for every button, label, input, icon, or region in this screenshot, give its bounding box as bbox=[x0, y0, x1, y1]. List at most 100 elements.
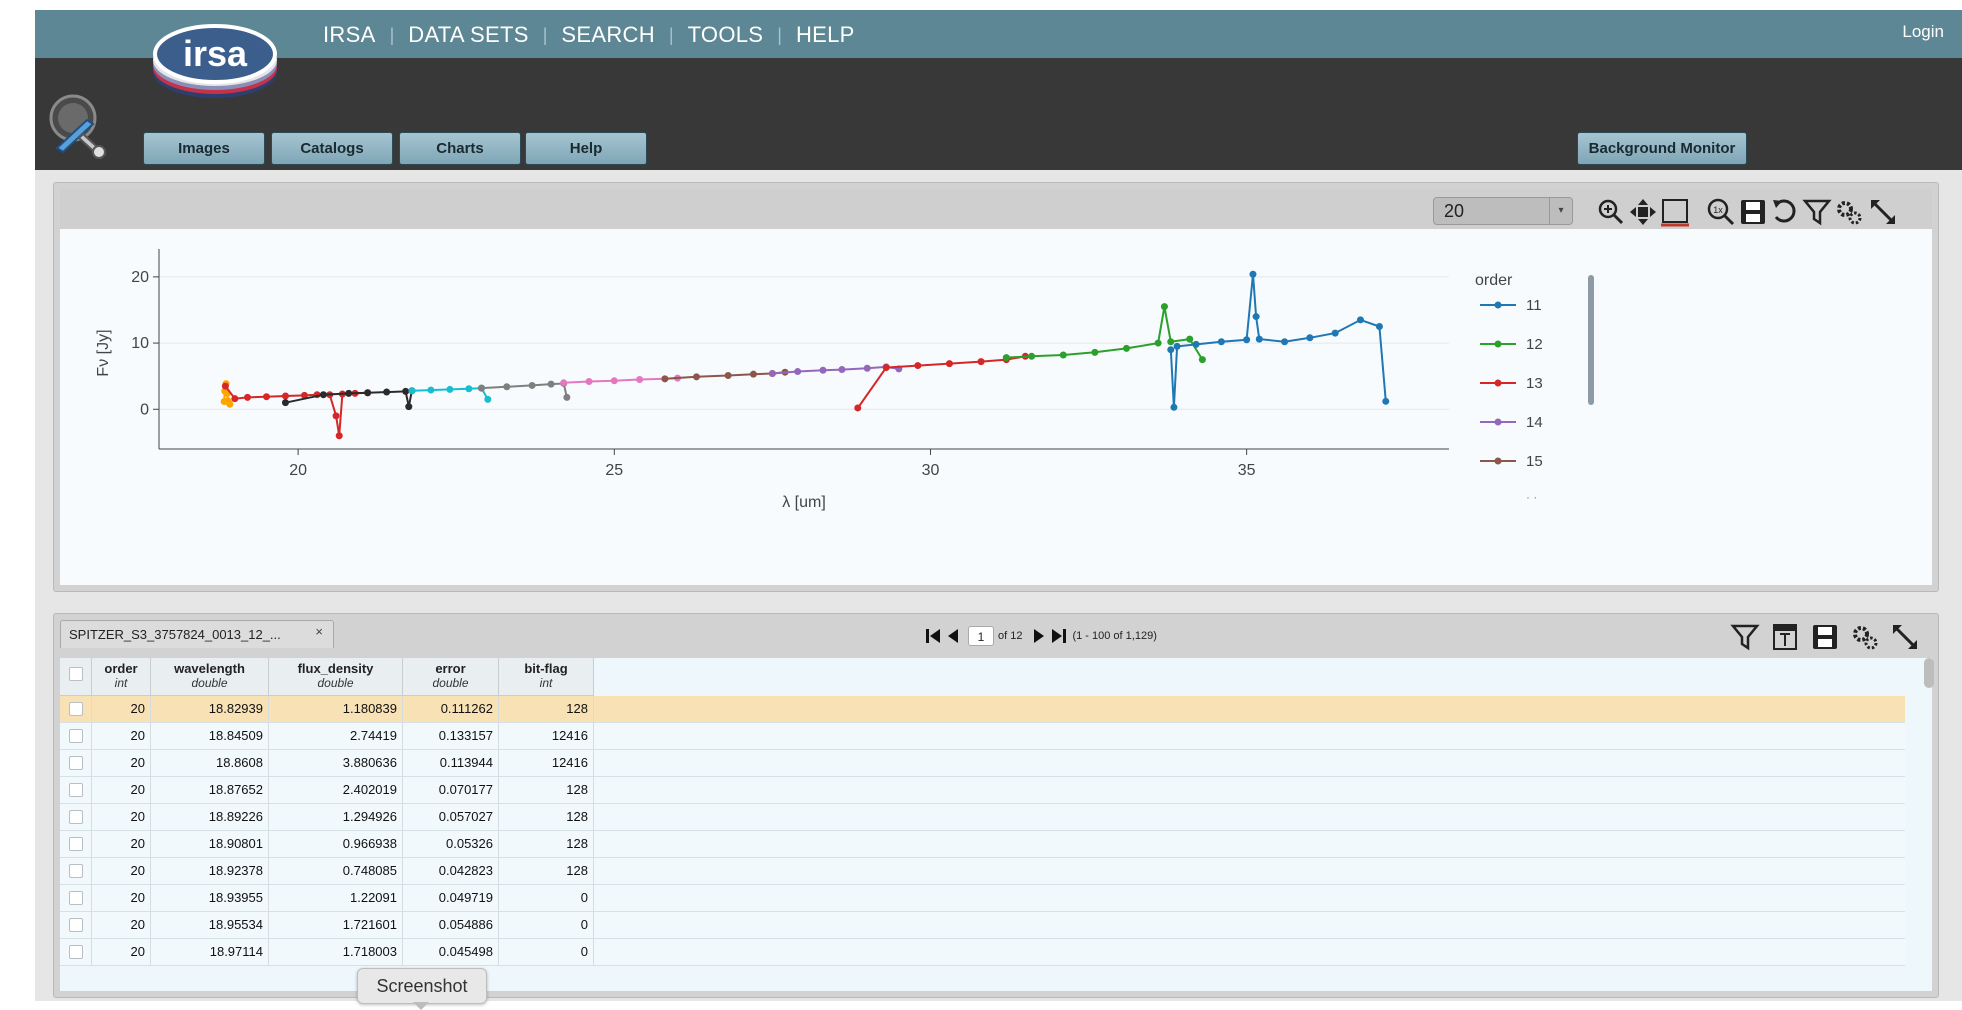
data-point bbox=[563, 393, 571, 401]
tools-wrench-icon[interactable] bbox=[43, 90, 115, 162]
row-checkbox[interactable] bbox=[68, 891, 83, 905]
column-header-order[interactable]: order int bbox=[92, 658, 151, 696]
cell-order: 20 bbox=[92, 804, 151, 830]
settings-icon[interactable] bbox=[1834, 197, 1864, 227]
nav-data-sets[interactable]: DATA SETS bbox=[408, 22, 528, 48]
filter-icon[interactable] bbox=[1802, 197, 1832, 227]
row-select-cell[interactable] bbox=[60, 912, 92, 938]
row-checkbox[interactable] bbox=[68, 864, 83, 878]
cell-flux-density: 0.748085 bbox=[269, 858, 403, 884]
expand-icon[interactable] bbox=[1868, 197, 1898, 227]
data-point bbox=[1186, 335, 1194, 343]
select-all-cell[interactable] bbox=[60, 658, 92, 696]
row-select-cell[interactable] bbox=[60, 777, 92, 803]
legend-scrollbar bbox=[1588, 275, 1594, 405]
cell-order: 20 bbox=[92, 912, 151, 938]
column-header-wavelength[interactable]: wavelength double bbox=[151, 658, 269, 696]
save-icon[interactable] bbox=[1738, 197, 1768, 227]
table-row[interactable]: 20 18.95534 1.721601 0.054886 0 bbox=[60, 912, 1905, 939]
row-checkbox[interactable] bbox=[68, 756, 83, 770]
data-point bbox=[1217, 338, 1225, 346]
nav-irsa[interactable]: IRSA bbox=[323, 22, 376, 48]
column-header-bit-flag[interactable]: bit-flag int bbox=[499, 658, 594, 696]
series-line bbox=[1169, 274, 1387, 408]
row-checkbox[interactable] bbox=[68, 918, 83, 932]
column-header-error[interactable]: error double bbox=[403, 658, 499, 696]
login-link[interactable]: Login bbox=[1902, 22, 1944, 42]
row-checkbox[interactable] bbox=[68, 810, 83, 824]
nav-tools[interactable]: TOOLS bbox=[688, 22, 764, 48]
page-number-input[interactable]: 1 bbox=[968, 626, 994, 646]
data-point bbox=[528, 381, 536, 389]
nav-search[interactable]: SEARCH bbox=[561, 22, 655, 48]
row-select-cell[interactable] bbox=[60, 885, 92, 911]
data-point bbox=[1306, 334, 1314, 342]
table-row[interactable]: 20 18.89226 1.294926 0.057027 128 bbox=[60, 804, 1905, 831]
row-select-cell[interactable] bbox=[60, 831, 92, 857]
cell-order: 20 bbox=[92, 696, 151, 722]
expand-icon[interactable] bbox=[1890, 622, 1920, 652]
restore-icon[interactable] bbox=[1770, 197, 1800, 227]
table-row[interactable]: 20 18.93955 1.22091 0.049719 0 bbox=[60, 885, 1905, 912]
row-select-cell[interactable] bbox=[60, 858, 92, 884]
nav-help[interactable]: HELP bbox=[796, 22, 855, 48]
filter-icon[interactable] bbox=[1730, 622, 1760, 652]
series-line bbox=[772, 365, 900, 375]
row-checkbox[interactable] bbox=[68, 837, 83, 851]
next-page-icon[interactable] bbox=[1028, 626, 1048, 646]
table-row[interactable]: 20 18.92378 0.748085 0.042823 128 bbox=[60, 858, 1905, 885]
column-header-flux-density[interactable]: flux_density double bbox=[269, 658, 403, 696]
table-row[interactable]: 20 18.87652 2.402019 0.070177 128 bbox=[60, 777, 1905, 804]
close-icon[interactable]: × bbox=[315, 618, 323, 646]
first-page-icon[interactable] bbox=[924, 626, 944, 646]
table-row[interactable]: 20 18.82939 1.180839 0.111262 128 bbox=[60, 696, 1905, 723]
row-select-cell[interactable] bbox=[60, 804, 92, 830]
row-select-cell[interactable] bbox=[60, 750, 92, 776]
cell-bit-flag: 12416 bbox=[499, 723, 594, 749]
table-row[interactable]: 20 18.97114 1.718003 0.045498 0 bbox=[60, 939, 1905, 966]
table-row[interactable]: 20 18.90801 0.966938 0.05326 128 bbox=[60, 831, 1905, 858]
row-select-cell[interactable] bbox=[60, 723, 92, 749]
table-row[interactable]: 20 18.84509 2.74419 0.133157 12416 bbox=[60, 723, 1905, 750]
data-point bbox=[405, 403, 413, 411]
cell-flux-density: 1.718003 bbox=[269, 939, 403, 965]
select-all-checkbox[interactable] bbox=[68, 667, 83, 681]
row-select-cell[interactable] bbox=[60, 939, 92, 965]
data-point bbox=[1059, 351, 1067, 359]
cell-order: 20 bbox=[92, 750, 151, 776]
last-page-icon[interactable] bbox=[1048, 626, 1068, 646]
catalogs-button[interactable]: Catalogs bbox=[271, 132, 393, 165]
legend-swatch-marker bbox=[1494, 340, 1502, 348]
x-tick-label: 20 bbox=[289, 462, 307, 479]
data-point bbox=[364, 389, 372, 397]
table-row[interactable]: 20 18.8608 3.880636 0.113944 12416 bbox=[60, 750, 1905, 777]
settings-icon[interactable] bbox=[1850, 622, 1880, 652]
zoom-in-icon[interactable] bbox=[1596, 197, 1626, 227]
images-button[interactable]: Images bbox=[143, 132, 265, 165]
spectrum-chart[interactable]: 20 25 30 35 0 10 20 λ [um] Fν [Jy] order 11 12 1… bbox=[60, 229, 1932, 585]
chart-area[interactable]: 20 25 30 35 0 10 20 λ [um] Fν [Jy] order 11 12 1… bbox=[60, 229, 1932, 585]
cell-bit-flag: 128 bbox=[499, 777, 594, 803]
irsa-logo[interactable]: irsa bbox=[147, 16, 283, 104]
row-checkbox[interactable] bbox=[68, 729, 83, 743]
table-scrollbar[interactable] bbox=[1924, 658, 1934, 688]
row-select-cell[interactable] bbox=[60, 696, 92, 722]
row-checkbox[interactable] bbox=[68, 702, 83, 716]
nav-separator: | bbox=[777, 24, 782, 45]
select-rect-icon[interactable] bbox=[1660, 197, 1690, 227]
zoom-reset-icon[interactable]: 1x bbox=[1706, 197, 1736, 227]
table-tools bbox=[1730, 622, 1920, 652]
cell-wavelength: 18.84509 bbox=[151, 723, 269, 749]
save-icon[interactable] bbox=[1810, 622, 1840, 652]
help-button[interactable]: Help bbox=[525, 132, 647, 165]
text-view-icon[interactable] bbox=[1770, 622, 1800, 652]
table-tab[interactable]: SPITZER_S3_3757824_0013_12_... × bbox=[60, 620, 334, 648]
row-checkbox[interactable] bbox=[68, 783, 83, 797]
charts-button[interactable]: Charts bbox=[399, 132, 521, 165]
row-checkbox[interactable] bbox=[68, 945, 83, 959]
cell-error: 0.113944 bbox=[403, 750, 499, 776]
order-select[interactable]: 20 ▾ bbox=[1433, 197, 1573, 225]
background-monitor-button[interactable]: Background Monitor bbox=[1577, 132, 1747, 165]
prev-page-icon[interactable] bbox=[944, 626, 964, 646]
pan-icon[interactable] bbox=[1628, 197, 1658, 227]
